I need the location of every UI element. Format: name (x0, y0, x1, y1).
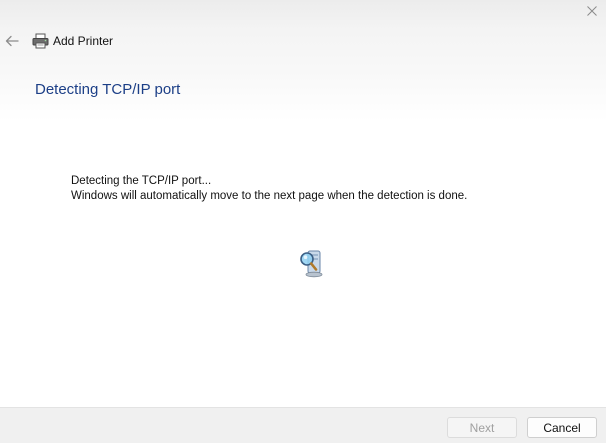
window-title: Add Printer (53, 34, 114, 48)
add-printer-window: Add Printer Detecting TCP/IP port Detect… (0, 0, 606, 443)
status-message: Detecting the TCP/IP port... Windows wil… (71, 174, 467, 204)
page-title: Detecting TCP/IP port (35, 81, 181, 98)
next-button[interactable]: Next (447, 417, 517, 438)
printer-icon (31, 32, 49, 50)
status-line-2: Windows will automatically move to the n… (71, 190, 468, 202)
wizard-footer: Next Cancel (0, 407, 606, 443)
status-line-1: Detecting the TCP/IP port... (71, 175, 212, 187)
close-button[interactable] (578, 0, 606, 22)
title-bar: Add Printer (31, 31, 113, 51)
wizard-content: Detecting TCP/IP port Detecting the TCP/… (0, 62, 606, 407)
cancel-button[interactable]: Cancel (527, 417, 597, 438)
back-button[interactable] (2, 31, 22, 51)
close-icon (587, 6, 597, 16)
computer-search-icon (299, 248, 325, 278)
arrow-left-icon (5, 35, 19, 47)
